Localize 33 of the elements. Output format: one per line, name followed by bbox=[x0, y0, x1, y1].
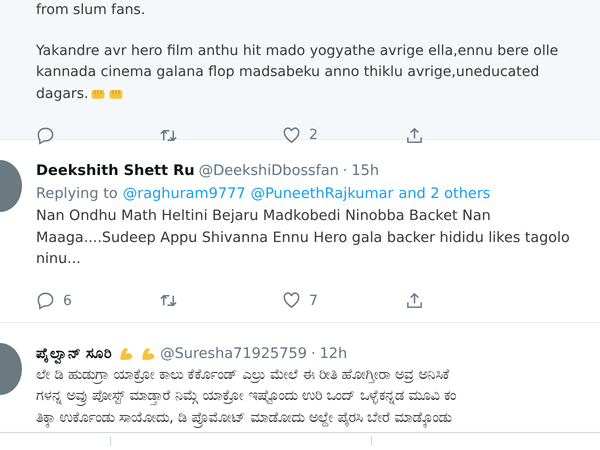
mention-link[interactable]: and 2 others bbox=[398, 186, 490, 202]
tweet-text: ತಿಕ್ಕಾ ಉರ್ಕೊಂಡು ಸಾಯೋದು, ಡಿ ಪ್ರೊಮೋಟ್ ಮಾಡೋದು ಅಲ್ದೇ ಪೈರಸಿ ಬೇರೆ ಮಾಡ್ಕೊಂಡು bbox=[36, 408, 452, 429]
heart-icon[interactable] bbox=[282, 291, 301, 310]
reply-icon[interactable] bbox=[36, 291, 55, 310]
tweet-text: dagars. bbox=[36, 84, 88, 104]
user-name[interactable]: Deekshith Shett Ru bbox=[36, 163, 195, 179]
heart-icon[interactable] bbox=[282, 126, 301, 144]
share-icon[interactable] bbox=[405, 126, 424, 144]
tweet-text: ninu... bbox=[36, 250, 81, 269]
tweet-text: ಗಳನ್ನ ಅವ್ರು ಪೋಸ್ಟ್ ಮಾಡ್ತಾರೆ ನಿಮ್ಗೆ ಯಾಕ್ರೋ ಇಷ್ಟೊಂದು ಉರಿ ಒಂದ್ ಒಳ್ಳೆಕನ್ನಡ ಮೂವಿ ಕಂ bbox=[36, 387, 456, 408]
separator-dot: · bbox=[342, 163, 348, 179]
tweet-text: ಲೇ ಡಿ ಹುಡುಗ್ರಾ ಯಾಕ್ರೋ ಕಾಲು ಕೆರ್ಕೊಂಡ್ ಎಲ್ರು ಮೇಲೆ ಈ ರೀತಿ ಹೋಗ್ತೀರಾ ಅವ್ರ ಅನಿಸಿಕೆ bbox=[36, 366, 450, 386]
tweet-text: Yakandre avr hero film anthu hit mado yogyathe avrige ella,ennu bere olle bbox=[36, 42, 558, 60]
mention-link[interactable]: @raghuram9777 bbox=[122, 186, 246, 202]
reply-icon[interactable] bbox=[36, 126, 55, 144]
tweet-text: kannada cinema galana flop madsabeku anno thiklu avrige,uneducated bbox=[36, 63, 540, 82]
separator-dot: · bbox=[310, 346, 316, 362]
tweet-time[interactable]: 12h bbox=[320, 346, 348, 362]
user-handle[interactable]: @DeekshiDbossfan bbox=[198, 163, 339, 179]
flexed-arm-icon bbox=[118, 346, 134, 362]
user-handle[interactable]: @Suresha71925759 bbox=[160, 346, 307, 362]
action-count: 6 bbox=[63, 292, 72, 308]
mention-link[interactable]: @PuneethRajkumar bbox=[250, 186, 394, 202]
replying-label: Replying to bbox=[36, 186, 118, 202]
tweet-text: Maaga....Sudeep Appu Shivanna Ennu Hero gala backer hididu likes tagolo bbox=[36, 228, 570, 248]
tweet-text: Nan Ondhu Math Heltini Bejaru Madkobedi Ninobba Backet Nan bbox=[36, 207, 491, 226]
share-icon[interactable] bbox=[405, 291, 424, 310]
action-count: 2 bbox=[309, 127, 318, 143]
action-count: 7 bbox=[309, 292, 318, 308]
user-name[interactable]: ಪೈಲ್ವಾನ್ ಸೂರಿ bbox=[36, 346, 112, 362]
tweet-text: from slum fans. bbox=[36, 1, 146, 20]
tweet-time[interactable]: 15h bbox=[351, 163, 380, 179]
flexed-arm-icon bbox=[140, 346, 156, 362]
